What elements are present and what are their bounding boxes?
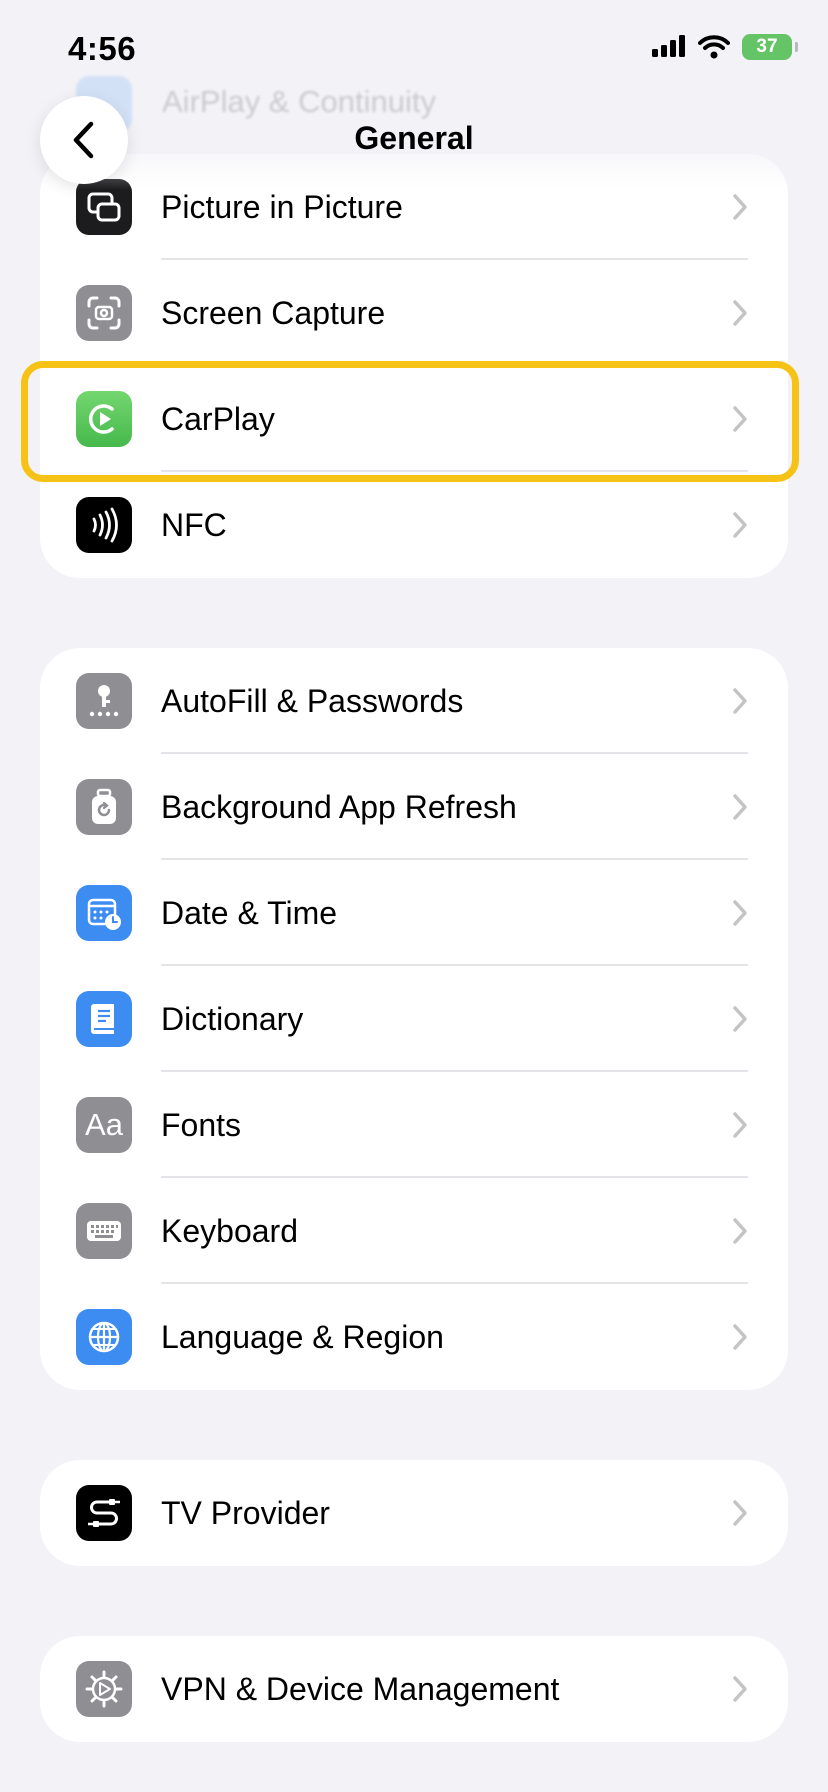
chevron-right-icon: [733, 1112, 747, 1138]
screen-capture-icon: [76, 285, 132, 341]
row-autofill-passwords[interactable]: AutoFill & Passwords: [40, 648, 788, 754]
status-time: 4:56: [68, 30, 137, 67]
page-title: General: [354, 120, 474, 156]
chevron-right-icon: [733, 1006, 747, 1032]
fonts-icon: Aa: [76, 1097, 132, 1153]
row-label: Date & Time: [161, 895, 338, 931]
settings-group-2: AutoFill & Passwords Background App Refr…: [40, 648, 788, 1390]
row-background-app-refresh[interactable]: Background App Refresh: [40, 754, 788, 860]
status-bar: 4:56 37: [0, 0, 828, 100]
row-vpn-device-management[interactable]: VPN & Device Management: [40, 1636, 788, 1742]
highlight-box: [21, 361, 799, 482]
status-icons: 37: [652, 34, 798, 60]
key-icon: [76, 673, 132, 729]
row-date-time[interactable]: Date & Time: [40, 860, 788, 966]
keyboard-icon: [76, 1203, 132, 1259]
chevron-right-icon: [733, 1500, 747, 1526]
row-label: Background App Refresh: [161, 789, 517, 825]
row-label: Language & Region: [161, 1319, 444, 1355]
row-label: VPN & Device Management: [161, 1671, 560, 1707]
row-label: TV Provider: [161, 1495, 330, 1531]
row-label: Screen Capture: [161, 295, 386, 331]
row-nfc[interactable]: NFC: [40, 472, 788, 578]
row-label: Fonts: [161, 1107, 242, 1143]
row-fonts[interactable]: Aa Fonts: [40, 1072, 788, 1178]
chevron-right-icon: [733, 512, 747, 538]
chevron-right-icon: [733, 1676, 747, 1702]
chevron-right-icon: [733, 1218, 747, 1244]
chevron-right-icon: [733, 900, 747, 926]
row-label: NFC: [161, 507, 227, 543]
background-refresh-icon: [76, 779, 132, 835]
battery-level: 37: [756, 36, 778, 57]
calendar-clock-icon: [76, 885, 132, 941]
chevron-right-icon: [733, 688, 747, 714]
chevron-right-icon: [733, 300, 747, 326]
chevron-right-icon: [733, 1324, 747, 1350]
row-dictionary[interactable]: Dictionary: [40, 966, 788, 1072]
chevron-right-icon: [733, 794, 747, 820]
settings-group-4: VPN & Device Management: [40, 1636, 788, 1742]
fonts-icon-text: Aa: [85, 1107, 123, 1142]
wifi-icon: [698, 35, 730, 59]
globe-icon: [76, 1309, 132, 1365]
row-language-region[interactable]: Language & Region: [40, 1284, 788, 1390]
tv-provider-icon: [76, 1485, 132, 1541]
row-keyboard[interactable]: Keyboard: [40, 1178, 788, 1284]
nfc-icon: [76, 497, 132, 553]
row-label: Keyboard: [161, 1213, 298, 1249]
chevron-right-icon: [733, 194, 747, 220]
row-label: AutoFill & Passwords: [161, 683, 464, 719]
battery-icon: 37: [742, 34, 798, 60]
settings-group-3: TV Provider: [40, 1460, 788, 1566]
row-tv-provider[interactable]: TV Provider: [40, 1460, 788, 1566]
cellular-signal-icon: [652, 35, 685, 57]
gear-icon: [76, 1661, 132, 1717]
row-label: Dictionary: [161, 1001, 304, 1037]
row-screen-capture[interactable]: Screen Capture: [40, 260, 788, 366]
book-icon: [76, 991, 132, 1047]
